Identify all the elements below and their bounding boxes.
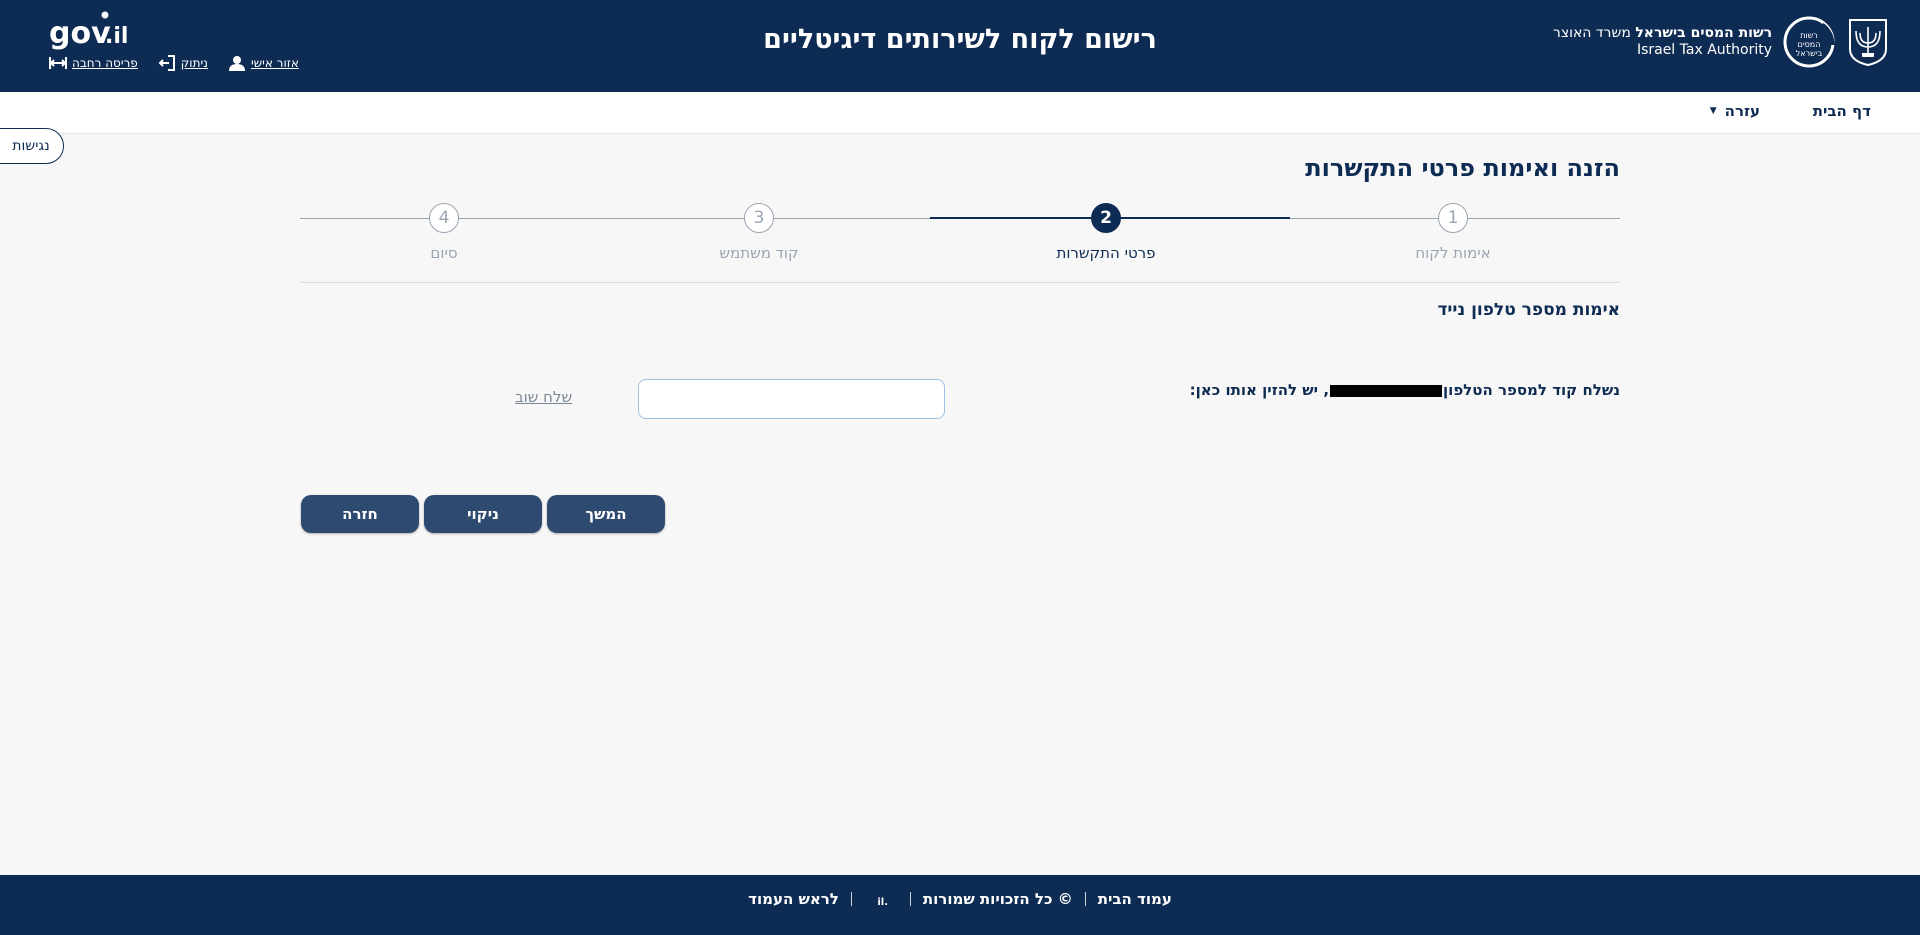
state-emblem-icon xyxy=(1849,19,1887,67)
resend-link[interactable]: שלח שוב xyxy=(515,388,572,406)
site-header: רישום לקוח לשירותים דיגיטליים רשות המסים… xyxy=(0,0,1920,92)
logout-icon xyxy=(158,55,175,71)
user-icon xyxy=(228,56,245,71)
expand-width-icon xyxy=(49,57,67,69)
step-4-circle: 4 xyxy=(429,203,459,233)
personal-area-label: אזור אישי xyxy=(250,56,299,70)
progress-stepper: 1 2 3 4 אימות לקוח פרטי התקשרות קוד משתמ… xyxy=(300,200,1620,284)
step-3-circle: 3 xyxy=(744,203,774,233)
gov-il-footer-logo-icon: gov .il xyxy=(864,894,888,909)
svg-text:בישראל: בישראל xyxy=(1796,49,1823,58)
step-4-label: סיום xyxy=(430,244,458,262)
page-title: הזנה ואימות פרטי התקשרות xyxy=(1305,154,1620,182)
back-button[interactable]: חזרה xyxy=(301,495,419,533)
back-to-top-link[interactable]: לראש העמוד xyxy=(748,890,839,908)
step-2-circle: 2 xyxy=(1091,203,1121,233)
continue-button[interactable]: המשך xyxy=(547,495,665,533)
footer-separator xyxy=(909,892,911,906)
caret-down-icon: ▼ xyxy=(1709,106,1717,116)
step-line-4-3 xyxy=(300,218,930,219)
tax-authority-brand[interactable]: רשות המסים בישראל רשות המסים בישראל משרד… xyxy=(1553,14,1890,70)
logout-link[interactable]: ניתוק xyxy=(158,55,208,71)
brand-text: רשות המסים בישראל משרד האוצר Israel Tax … xyxy=(1553,25,1772,59)
svg-text:.il: .il xyxy=(877,897,888,908)
code-sent-instruction: , יש להזין אותו כאן: xyxy=(1189,381,1330,399)
accessibility-button[interactable]: נגישות xyxy=(0,128,64,164)
code-sent-text: נשלח קוד למספר הטלפון xyxy=(1443,381,1620,399)
svg-text:.il: .il xyxy=(105,24,127,49)
footer-separator xyxy=(1084,892,1086,906)
wide-view-label: פריסה רחבה xyxy=(72,56,138,70)
brand-name: רשות המסים בישראל xyxy=(1635,25,1772,41)
nav-help[interactable]: עזרה ▼ xyxy=(1710,102,1760,120)
footer-links: עמוד הבית © כל הזכויות שמורות gov .il לר… xyxy=(0,889,1920,909)
svg-text:gov: gov xyxy=(864,894,865,909)
brand-ministry: משרד האוצר xyxy=(1552,25,1636,41)
step-1-label: אימות לקוח xyxy=(1415,244,1491,262)
svg-text:רשות: רשות xyxy=(1800,31,1818,40)
gov-il-logo-icon[interactable]: gov .il xyxy=(49,9,127,51)
wide-view-link[interactable]: פריסה רחבה xyxy=(49,55,138,71)
nav-help-label: עזרה xyxy=(1724,102,1760,120)
step-1-circle: 1 xyxy=(1438,203,1468,233)
logout-label: ניתוק xyxy=(180,56,208,70)
verification-code-input[interactable] xyxy=(638,379,945,419)
code-sent-label: נשלח קוד למספר הטלפון , יש להזין אותו כאן… xyxy=(1190,381,1620,399)
nav-home[interactable]: דף הבית xyxy=(1813,102,1871,120)
personal-area-link[interactable]: אזור אישי xyxy=(228,55,299,71)
header-links: פריסה רחבה ניתוק אזור אישי xyxy=(49,55,299,71)
footer-home-link[interactable]: עמוד הבית xyxy=(1098,890,1172,908)
tax-authority-logo-icon: רשות המסים בישראל xyxy=(1783,16,1835,68)
step-2-label: פרטי התקשרות xyxy=(1056,244,1156,262)
footer-separator xyxy=(850,892,852,906)
site-footer: עמוד הבית © כל הזכויות שמורות gov .il לר… xyxy=(0,875,1920,935)
svg-text:המסים: המסים xyxy=(1798,40,1821,49)
section-title: אימות מספר טלפון נייד xyxy=(1437,300,1620,320)
redacted-phone-number xyxy=(1330,384,1443,397)
footer-copyright: © כל הזכויות שמורות xyxy=(922,890,1073,908)
step-3-label: קוד משתמש xyxy=(719,244,799,262)
main-nav: דף הבית עזרה ▼ xyxy=(0,92,1920,134)
stepper-divider xyxy=(300,282,1620,283)
svg-text:gov: gov xyxy=(49,16,111,51)
clear-button[interactable]: ניקוי xyxy=(424,495,542,533)
brand-english: Israel Tax Authority xyxy=(1636,42,1772,58)
